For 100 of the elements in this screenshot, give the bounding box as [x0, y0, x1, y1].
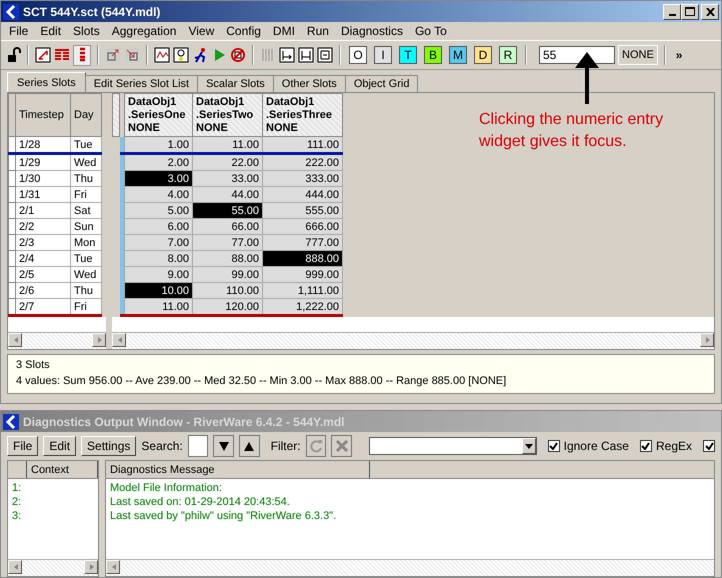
- scroll-right-button[interactable]: [84, 560, 98, 574]
- export-icon[interactable]: [105, 47, 121, 63]
- flag-button[interactable]: M: [449, 46, 467, 64]
- flag-button[interactable]: D: [474, 46, 492, 64]
- table-cell[interactable]: 444.00: [262, 186, 342, 202]
- toolbar-button[interactable]: Settings: [81, 436, 136, 456]
- clear-button[interactable]: [331, 435, 352, 457]
- minimize-button[interactable]: [663, 4, 681, 20]
- chart-icon[interactable]: [154, 47, 170, 63]
- table-cell[interactable]: 7.00: [124, 234, 192, 250]
- checkbox[interactable]: [640, 440, 652, 452]
- down-triangle-icon: [218, 442, 229, 450]
- table-cell: Tue: [70, 250, 102, 266]
- column-header[interactable]: Day: [70, 94, 102, 136]
- previous-button[interactable]: [239, 435, 260, 457]
- table-cell[interactable]: 4.00: [124, 186, 192, 202]
- width-icon[interactable]: [298, 47, 314, 63]
- table-cell[interactable]: 111.00: [262, 136, 342, 154]
- table-cell[interactable]: 9.00: [124, 266, 192, 282]
- table-cell[interactable]: 777.00: [262, 234, 342, 250]
- flag-button[interactable]: B: [424, 46, 442, 64]
- table-cell[interactable]: 11.00: [192, 136, 262, 154]
- checkbox-label[interactable]: Ignore Case: [564, 439, 629, 453]
- scroll-left-button[interactable]: [112, 333, 126, 347]
- menu-item[interactable]: View: [182, 24, 220, 38]
- scroll-left-button[interactable]: [8, 333, 22, 347]
- next-button[interactable]: [213, 435, 234, 457]
- menu-item[interactable]: DMI: [266, 24, 301, 38]
- table-cell[interactable]: 120.00: [192, 298, 262, 316]
- check-icon: [549, 442, 558, 450]
- overflow-button[interactable]: »: [672, 48, 686, 62]
- table-cell[interactable]: 333.00: [262, 170, 342, 186]
- checkbox[interactable]: [548, 440, 560, 452]
- table-cell[interactable]: 888.00: [262, 250, 342, 266]
- table-cell[interactable]: 5.00: [124, 202, 192, 218]
- lock-icon[interactable]: [5, 47, 21, 63]
- flag-button[interactable]: R: [499, 46, 517, 64]
- table-cell[interactable]: 666.00: [262, 218, 342, 234]
- runner-icon[interactable]: [192, 47, 208, 63]
- row-list-icon[interactable]: [54, 47, 70, 63]
- menu-item[interactable]: Edit: [34, 24, 68, 38]
- table-cell[interactable]: 77.00: [192, 234, 262, 250]
- stop-icon[interactable]: [230, 47, 246, 63]
- table-cell[interactable]: 6.00: [124, 218, 192, 234]
- table-cell[interactable]: 1,222.00: [262, 298, 342, 316]
- column-header[interactable]: Timestep: [16, 94, 70, 136]
- table-cell[interactable]: 8.00: [124, 250, 192, 266]
- table-cell[interactable]: 99.00: [192, 266, 262, 282]
- series-header[interactable]: DataObj1 .SeriesTwo NONE: [192, 94, 262, 136]
- close-button[interactable]: [701, 4, 719, 20]
- scroll-left-button[interactable]: [106, 560, 120, 574]
- flag-button[interactable]: I: [374, 46, 392, 64]
- toolbar-button[interactable]: Edit: [43, 436, 76, 456]
- tab[interactable]: Series Slots: [7, 72, 86, 92]
- checkbox[interactable]: [703, 440, 716, 452]
- scroll-right-button[interactable]: [700, 333, 714, 347]
- flag-button[interactable]: T: [399, 46, 417, 64]
- table-cell[interactable]: 55.00: [192, 202, 262, 218]
- tab[interactable]: Object Grid: [344, 75, 418, 92]
- toolbar-button[interactable]: File: [7, 436, 38, 456]
- table-cell[interactable]: 1.00: [124, 136, 192, 154]
- table-cell[interactable]: 999.00: [262, 266, 342, 282]
- table-cell: Fri: [70, 298, 102, 316]
- swap-arrows-icon[interactable]: [35, 47, 51, 63]
- table-cell[interactable]: 33.00: [192, 170, 262, 186]
- menu-item[interactable]: File: [3, 24, 34, 38]
- table-cell[interactable]: 3.00: [124, 170, 192, 186]
- table-cell[interactable]: 66.00: [192, 218, 262, 234]
- table-cell[interactable]: 11.00: [124, 298, 192, 316]
- filter-combo[interactable]: [368, 437, 537, 455]
- series-header[interactable]: DataObj1 .SeriesOne NONE: [124, 94, 192, 136]
- scroll-right-button[interactable]: [92, 333, 106, 347]
- menu-item[interactable]: Config: [220, 24, 267, 38]
- table-cell[interactable]: 1,111.00: [262, 282, 342, 298]
- table-cell[interactable]: 88.00: [192, 250, 262, 266]
- refresh-button[interactable]: [306, 435, 326, 457]
- scale-icon[interactable]: [173, 47, 189, 63]
- table-cell[interactable]: 44.00: [192, 186, 262, 202]
- table-cell[interactable]: 555.00: [262, 202, 342, 218]
- table-cell[interactable]: 10.00: [124, 282, 192, 298]
- menu-item[interactable]: Run: [300, 24, 335, 38]
- table-cell[interactable]: 110.00: [192, 282, 262, 298]
- table-cell: Sat: [70, 202, 102, 218]
- tab[interactable]: Edit Series Slot List: [84, 75, 198, 92]
- numeric-entry-field[interactable]: 55: [539, 46, 615, 64]
- diagnostics-message: Model File Information:: [110, 481, 223, 495]
- checkbox-label[interactable]: RegEx: [656, 439, 692, 453]
- scroll-left-button[interactable]: [8, 560, 22, 574]
- fit-icon[interactable]: [317, 47, 333, 63]
- menu-item[interactable]: Slots: [67, 24, 106, 38]
- menu-item[interactable]: Go To: [408, 24, 453, 38]
- menu-item[interactable]: Diagnostics: [334, 24, 409, 38]
- status-text: 3 Slots: [16, 359, 51, 371]
- series-header[interactable]: DataObj1 .SeriesThree NONE: [262, 94, 342, 136]
- import-icon[interactable]: [124, 47, 140, 63]
- search-field[interactable]: [188, 435, 208, 457]
- flag-button[interactable]: O: [349, 46, 367, 64]
- menu-item[interactable]: Aggregation: [106, 24, 182, 38]
- maximize-button[interactable]: [681, 4, 699, 20]
- left-bracket-icon[interactable]: [279, 47, 295, 63]
